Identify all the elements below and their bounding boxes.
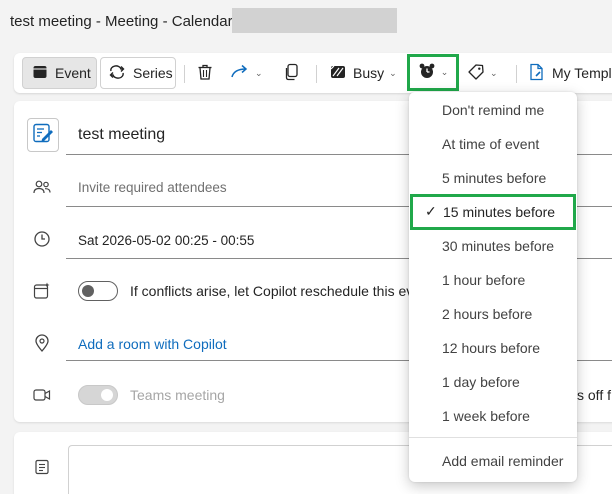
checkmark-icon: ✓ [425,203,437,219]
categorize-button[interactable]: ⌄ [467,57,505,89]
toolbar-divider [184,65,185,83]
toolbar-divider [516,65,517,83]
reminder-option[interactable]: At time of event [409,127,577,161]
event-button[interactable]: Event [22,57,97,89]
tag-icon [467,63,485,84]
series-button[interactable]: Series [100,57,176,89]
add-email-reminder-option[interactable]: Add email reminder [409,444,577,478]
reminder-option[interactable]: 1 day before [409,365,577,399]
reminder-option[interactable]: 30 minutes before [409,229,577,263]
busy-status-icon [330,65,346,82]
chevron-down-icon: ⌄ [440,67,449,77]
reminder-option[interactable]: 5 minutes before [409,161,577,195]
teams-meeting-toggle[interactable] [78,385,118,405]
subject-input[interactable]: test meeting [78,126,165,144]
calendar-sparkle-icon [32,281,52,301]
reminder-option-label: 15 minutes before [443,204,556,220]
my-templates-label: My Templates [552,65,612,81]
add-room-link[interactable]: Add a room with Copilot [78,336,227,352]
toggle-knob [101,389,113,401]
reminder-dropdown: Don't remind me At time of event 5 minut… [409,92,577,482]
forward-button[interactable]: ⌄ [230,57,270,89]
clock-icon [32,229,52,249]
event-button-label: Event [55,65,91,81]
reminder-option-selected[interactable]: ✓ 15 minutes before [410,194,576,230]
reminder-button[interactable]: ⌄ [407,54,459,91]
redacted-block [232,8,397,33]
busy-label: Busy [353,65,385,81]
show-as-busy-button[interactable]: Busy ⌄ [330,57,402,89]
chevron-down-icon: ⌄ [255,67,263,78]
toolbar-divider [316,65,317,83]
copilot-reschedule-label: If conflicts arise, let Copilot reschedu… [130,283,433,299]
copy-icon [284,63,300,84]
teams-option-fragment: s off f [577,387,611,403]
edit-note-icon [32,122,54,149]
delete-button[interactable] [194,57,216,89]
copilot-reschedule-toggle[interactable] [78,281,118,301]
series-button-label: Series [133,65,173,81]
subject-icon-box [27,118,59,152]
toggle-knob [82,285,94,297]
reminder-option[interactable]: 12 hours before [409,331,577,365]
chevron-down-icon: ⌄ [389,67,397,78]
teams-meeting-label: Teams meeting [130,387,225,403]
reminder-option[interactable]: 1 hour before [409,263,577,297]
video-camera-icon [32,385,52,405]
ribbon-toolbar: Event Series ⌄ Busy ⌄ ⌄ ⌄ My Templ [14,53,612,93]
copy-button[interactable] [281,57,303,89]
attendees-input[interactable]: Invite required attendees [78,180,227,195]
chevron-down-icon: ⌄ [490,67,498,78]
calendar-event-icon [32,64,48,83]
alarm-clock-icon [418,62,436,83]
trash-icon [196,63,214,84]
location-pin-icon [32,333,52,353]
template-icon [529,63,545,84]
reminder-option[interactable]: 2 hours before [409,297,577,331]
menu-divider [409,437,577,438]
reminder-option[interactable]: Don't remind me [409,93,577,127]
reminder-option[interactable]: 1 week before [409,399,577,433]
title-bar: test meeting - Meeting - Calendar - [0,0,612,44]
window-title: test meeting - Meeting - Calendar - [10,13,242,30]
notes-icon [32,457,52,477]
my-templates-button[interactable]: My Templates [529,57,612,89]
people-icon [32,177,52,197]
forward-arrow-icon [230,64,250,83]
datetime-field[interactable]: Sat 2026-05-02 00:25 - 00:55 [78,233,254,248]
recurrence-icon [108,64,126,83]
